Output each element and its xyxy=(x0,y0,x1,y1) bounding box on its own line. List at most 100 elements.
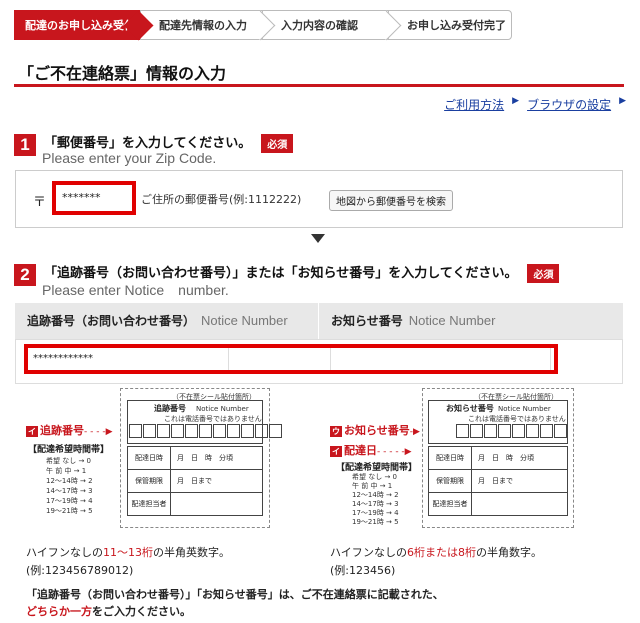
help-links: ご利用方法 ▶ ブラウザの設定 ▶ xyxy=(444,96,626,113)
caption-digits: 6桁または8桁 xyxy=(407,546,476,559)
notice-example: (例:123456) xyxy=(330,564,396,577)
time-item: 19～21時 → 5 xyxy=(352,518,399,526)
time-item: 希望 なし → 0 xyxy=(352,473,397,481)
notice-header-ja: お知らせ番号 xyxy=(331,314,403,328)
browser-settings-link[interactable]: ブラウザの設定 xyxy=(527,96,611,113)
label-letter: イ xyxy=(26,426,38,437)
step-number-1: 1 xyxy=(14,134,36,156)
caption-post: の半角英数字。 xyxy=(153,546,230,559)
zip-hint: ご住所の郵便番号(例:1112222) xyxy=(141,193,302,206)
note-line2: どちらか一方をご入力ください。 xyxy=(26,603,444,620)
time-item: 12～14時 → 2 xyxy=(46,477,93,485)
row-label: 配達担当者 xyxy=(128,493,171,515)
label-letter: ウ xyxy=(330,426,342,437)
zip-code-input[interactable]: ******* xyxy=(52,181,136,215)
progress-steps: 配達のお申し込み受付 配達先情報の入力 入力内容の確認 お申し込み受付完了 xyxy=(14,10,512,40)
tracking-example: (例:123456789012) xyxy=(26,564,134,577)
caption-digits: 11～13桁 xyxy=(103,546,153,559)
arrow-down-icon xyxy=(311,234,325,243)
label-letter: イ xyxy=(330,446,342,457)
section1-title-text: 「郵便番号」を入力してください。 xyxy=(44,136,252,151)
tracking-caption: ハイフンなしの11～13桁の半角英数字。 xyxy=(26,544,230,560)
time-item: 午 前 中 → 1 xyxy=(352,482,393,490)
step-number-2: 2 xyxy=(14,264,36,286)
time-title: 【配達希望時間帯】 xyxy=(28,445,110,455)
slip-table: 配達日時月 日 時 分頃 保管期限月 日まで 配達担当者 xyxy=(127,446,263,516)
step-3-label: 入力内容の確認 xyxy=(281,19,358,32)
step-2: 配達先情報の入力 xyxy=(140,10,262,40)
tracking-number-sample: （不在票シール貼付箇所） 追跡番号 Notice Number これは電話番号で… xyxy=(24,384,330,536)
time-item: 12～14時 → 2 xyxy=(352,491,399,499)
time-list: 希望 なし → 0 午 前 中 → 1 12～14時 → 2 14～17時 → … xyxy=(352,473,399,527)
usage-link[interactable]: ご利用方法 xyxy=(444,96,504,113)
time-list: 希望 なし → 0 午 前 中 → 1 12～14時 → 2 14～17時 → … xyxy=(46,456,93,516)
digit-boxes xyxy=(129,424,283,438)
notice-number-sample: （不在票シール貼付箇所） お知らせ番号 Notice Number これは電話番… xyxy=(328,384,634,536)
time-item: 14～17時 → 3 xyxy=(46,487,93,495)
field-sub: Notice Number xyxy=(498,405,551,413)
row-label: 配達日時 xyxy=(128,447,171,469)
caption-post: の半角数字。 xyxy=(476,546,542,559)
notice-input-row: ************ xyxy=(15,339,623,384)
field-note: これは電話番号ではありません xyxy=(468,415,566,423)
triangle-right-icon: ▶ xyxy=(512,96,520,106)
date-label-text: 配達日 xyxy=(344,444,377,457)
divider xyxy=(550,348,551,370)
time-item: 17～19時 → 4 xyxy=(46,497,93,505)
row-value: 月 日 時 分頃 xyxy=(177,454,233,462)
slip-table: 配達日時月 日 時 分頃 保管期限月 日まで 配達担当者 xyxy=(428,446,568,516)
row-value: 月 日まで xyxy=(177,477,212,485)
field-sub: Notice Number xyxy=(196,405,249,413)
zip-box: 〒 ******* ご住所の郵便番号(例:1112222) 地図から郵便番号を検… xyxy=(15,170,623,228)
notice-number-header: お知らせ番号 Notice Number xyxy=(319,303,623,339)
input-note: 「追跡番号（お問い合わせ番号）」「お知らせ番号」は、ご不在連絡票に記載された、 … xyxy=(26,586,444,620)
note-line1: 「追跡番号（お問い合わせ番号）」「お知らせ番号」は、ご不在連絡票に記載された、 xyxy=(26,588,444,601)
map-search-button[interactable]: 地図から郵便番号を検索 xyxy=(329,190,453,211)
step-4: お申し込み受付完了 xyxy=(388,10,512,40)
divider xyxy=(330,348,331,370)
notice-number-value: ************ xyxy=(33,353,93,364)
time-item: 午 前 中 → 1 xyxy=(46,467,87,475)
step-3: 入力内容の確認 xyxy=(262,10,388,40)
divider xyxy=(228,348,229,370)
notice-caption: ハイフンなしの6桁または8桁の半角数字。 xyxy=(330,544,542,560)
date-label: イ配達日- - - - -▶ xyxy=(330,444,412,457)
required-badge: 必須 xyxy=(527,264,560,283)
note-emphasis: どちらか一方 xyxy=(26,605,92,618)
caption-pre: ハイフンなしの xyxy=(330,546,407,559)
field-note: これは電話番号ではありません xyxy=(164,415,262,423)
notice-label: ウお知らせ番号-▶ xyxy=(330,424,420,437)
field-title: お知らせ番号 xyxy=(446,404,494,413)
notice-number-input[interactable]: ************ xyxy=(24,344,558,374)
title-rule xyxy=(14,84,624,87)
field-title: 追跡番号 xyxy=(154,404,186,413)
time-title: 【配達希望時間帯】 xyxy=(336,463,418,473)
time-item: 希望 なし → 0 xyxy=(46,457,91,465)
row-label: 保管期限 xyxy=(429,470,472,492)
note-line2-text: をご入力ください。 xyxy=(92,605,191,618)
time-item: 14～17時 → 3 xyxy=(352,500,399,508)
row-label: 保管期限 xyxy=(128,470,171,492)
required-badge: 必須 xyxy=(261,134,294,153)
step-1-label: 配達のお申し込み受付 xyxy=(25,19,135,32)
tracking-header-en: Notice Number xyxy=(201,313,288,328)
caption-pre: ハイフンなしの xyxy=(26,546,103,559)
time-item: 17～19時 → 4 xyxy=(352,509,399,517)
notice-label-text: お知らせ番号 xyxy=(344,424,410,437)
tracking-label: イ追跡番号- - - -▶ xyxy=(26,424,113,437)
digit-boxes xyxy=(456,424,568,438)
page-title: 「ご不在連絡票」情報の入力 xyxy=(18,64,227,83)
tracking-number-header: 追跡番号（お問い合わせ番号） Notice Number xyxy=(15,303,319,339)
step-1: 配達のお申し込み受付 xyxy=(14,10,140,40)
section2-title-text: 「追跡番号（お問い合わせ番号）」または「お知らせ番号」を入力してください。 xyxy=(44,266,518,281)
row-value: 月 日 時 分頃 xyxy=(478,454,534,462)
row-label: 配達担当者 xyxy=(429,493,472,515)
tracking-label-text: 追跡番号 xyxy=(40,424,84,437)
section2-title-en: Please enter Notice number. xyxy=(42,282,229,298)
row-value: 月 日まで xyxy=(478,477,513,485)
triangle-right-icon: ▶ xyxy=(619,96,626,106)
step-2-label: 配達先情報の入力 xyxy=(159,19,247,32)
time-item: 19～21時 → 5 xyxy=(46,507,93,515)
row-label: 配達日時 xyxy=(429,447,472,469)
postal-mark-icon: 〒 xyxy=(33,195,47,210)
